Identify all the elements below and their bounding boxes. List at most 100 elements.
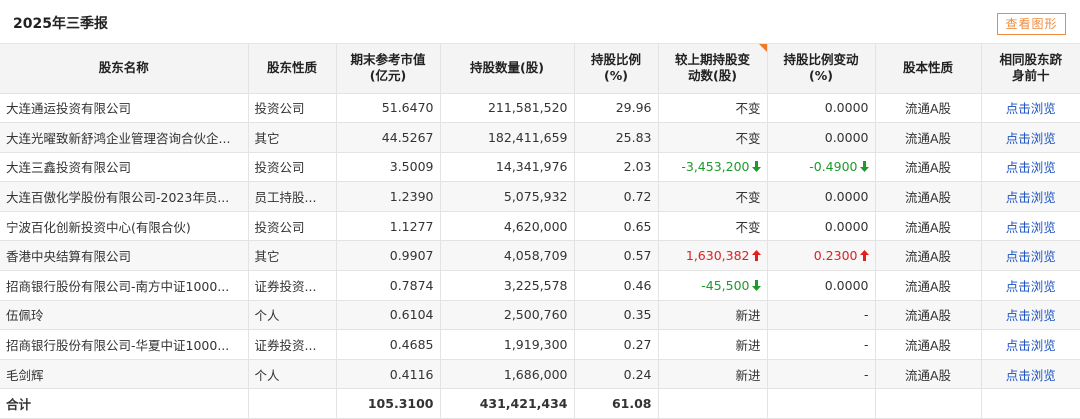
same-holder-cell: 点击浏览: [981, 300, 1080, 331]
ratio-change-cell: -: [767, 329, 876, 360]
table-row: 大连三鑫投资有限公司 投资公司 3.5009 14,341,976 2.03 -3,453…: [0, 152, 1080, 183]
shareholder-name: 大连三鑫投资有限公司: [0, 152, 249, 183]
ratio-change-cell: -0.4900: [767, 152, 876, 183]
ratio-change-cell: 0.0000: [767, 270, 876, 301]
table-row: 伍佩玲 个人 0.6104 2,500,760 0.35 新进 - 流通A股 点击浏览: [0, 300, 1080, 331]
shareholder-nature: 员工持股...: [248, 181, 337, 212]
share-change: -3,453,200: [681, 159, 750, 175]
same-holder-cell: 点击浏览: [981, 122, 1080, 153]
shareholder-nature: 投资公司: [248, 152, 337, 183]
share-change-cell: 不变: [658, 211, 768, 242]
ratio-change: -: [863, 307, 869, 323]
view-details-link[interactable]: 点击浏览: [1006, 131, 1056, 146]
col-header-ratio-change: 持股比例变动 (%): [767, 44, 876, 94]
table-header-row: 股东名称 股东性质 期末参考市值 (亿元) 持股数量(股) 持股比例 (%) 较上期…: [0, 44, 1080, 94]
view-details-link[interactable]: 点击浏览: [1006, 368, 1056, 383]
share-type: 流通A股: [875, 122, 982, 153]
view-details-link[interactable]: 点击浏览: [1006, 249, 1056, 264]
col-header-same-holder: 相同股东跻 身前十: [981, 44, 1080, 94]
panel-header: 2025年三季报 查看图形: [0, 0, 1080, 44]
total-empty-link: [981, 388, 1080, 419]
share-change: 新进: [735, 338, 761, 354]
share-change: -45,500: [701, 277, 750, 293]
shareholder-name: 大连光曜致新舒鸿企业管理咨询合伙企...: [0, 122, 249, 153]
share-count: 1,919,300: [440, 329, 575, 360]
share-change: 新进: [735, 367, 761, 383]
share-change-cell: 新进: [658, 300, 768, 331]
ratio-change: -: [863, 337, 869, 353]
share-change-cell: 1,630,382: [658, 240, 768, 272]
share-change: 新进: [735, 308, 761, 324]
shareholder-name: 毛剑辉: [0, 359, 249, 390]
share-change: 不变: [735, 190, 761, 206]
share-change-cell: -3,453,200: [658, 152, 768, 183]
view-details-link[interactable]: 点击浏览: [1006, 101, 1056, 116]
share-type: 流通A股: [875, 152, 982, 183]
share-count: 14,341,976: [440, 152, 575, 183]
market-value: 44.5267: [336, 122, 441, 153]
share-count: 3,225,578: [440, 270, 575, 301]
ratio-change-cell: 0.2300: [767, 240, 876, 272]
share-type: 流通A股: [875, 359, 982, 390]
view-details-link[interactable]: 点击浏览: [1006, 190, 1056, 205]
share-change: 不变: [735, 130, 761, 146]
view-chart-button[interactable]: 查看图形: [997, 13, 1066, 35]
view-details-link[interactable]: 点击浏览: [1006, 308, 1056, 323]
shareholder-name: 香港中央结算有限公司: [0, 240, 249, 272]
ratio-change-cell: 0.0000: [767, 211, 876, 242]
view-details-link[interactable]: 点击浏览: [1006, 220, 1056, 235]
col-header-market-value: 期末参考市值 (亿元): [336, 44, 441, 94]
total-ratio: 61.08: [574, 388, 659, 419]
col-header-name: 股东名称: [0, 44, 249, 94]
market-value: 51.6470: [336, 93, 441, 124]
sort-corner-marker: [758, 44, 766, 52]
share-change-cell: 不变: [658, 93, 768, 124]
shareholder-name: 大连通运投资有限公司: [0, 93, 249, 124]
ratio-change-cell: 0.0000: [767, 181, 876, 212]
arrow-up-icon: [751, 250, 761, 262]
table-row: 大连通运投资有限公司 投资公司 51.6470 211,581,520 29.96 不变 0…: [0, 93, 1080, 124]
share-change-cell: 不变: [658, 122, 768, 153]
view-details-link[interactable]: 点击浏览: [1006, 338, 1056, 353]
same-holder-cell: 点击浏览: [981, 270, 1080, 301]
total-empty-nature: [248, 388, 337, 419]
shareholder-nature: 证券投资...: [248, 329, 337, 360]
market-value: 0.6104: [336, 300, 441, 331]
holding-ratio: 2.03: [574, 152, 659, 183]
table-row: 香港中央结算有限公司 其它 0.9907 4,058,709 0.57 1,630,382…: [0, 240, 1080, 272]
table-row: 毛剑辉 个人 0.4116 1,686,000 0.24 新进 - 流通A股 点击浏览: [0, 359, 1080, 390]
shareholder-nature: 证券投资...: [248, 270, 337, 301]
share-type: 流通A股: [875, 300, 982, 331]
ratio-change: 0.0000: [824, 100, 869, 116]
total-empty-change: [658, 388, 768, 419]
share-count: 5,075,932: [440, 181, 575, 212]
col-header-ratio: 持股比例 (%): [574, 44, 659, 94]
share-change: 不变: [735, 219, 761, 235]
table-row: 大连光曜致新舒鸿企业管理咨询合伙企... 其它 44.5267 182,411,659…: [0, 122, 1080, 153]
col-header-share-type: 股本性质: [875, 44, 982, 94]
market-value: 1.1277: [336, 211, 441, 242]
share-change-cell: 新进: [658, 359, 768, 390]
ratio-change-cell: -: [767, 300, 876, 331]
holding-ratio: 29.96: [574, 93, 659, 124]
table-row: 招商银行股份有限公司-南方中证1000... 证券投资... 0.7874 3,225…: [0, 270, 1080, 301]
share-change-cell: -45,500: [658, 270, 768, 301]
share-type: 流通A股: [875, 93, 982, 124]
market-value: 1.2390: [336, 181, 441, 212]
total-empty-ratio-change: [767, 388, 876, 419]
table-row: 大连百傲化学股份有限公司-2023年员... 员工持股... 1.2390 5,075…: [0, 181, 1080, 212]
share-type: 流通A股: [875, 181, 982, 212]
holding-ratio: 0.46: [574, 270, 659, 301]
view-details-link[interactable]: 点击浏览: [1006, 160, 1056, 175]
ratio-change: -: [863, 366, 869, 382]
market-value: 0.4116: [336, 359, 441, 390]
same-holder-cell: 点击浏览: [981, 359, 1080, 390]
share-count: 4,620,000: [440, 211, 575, 242]
share-change: 1,630,382: [685, 248, 750, 264]
same-holder-cell: 点击浏览: [981, 152, 1080, 183]
col-header-change: 较上期持股变 动数(股): [658, 44, 768, 94]
view-details-link[interactable]: 点击浏览: [1006, 279, 1056, 294]
col-header-nature: 股东性质: [248, 44, 337, 94]
holding-ratio: 0.27: [574, 329, 659, 360]
shareholder-name: 宁波百化创新投资中心(有限合伙): [0, 211, 249, 242]
